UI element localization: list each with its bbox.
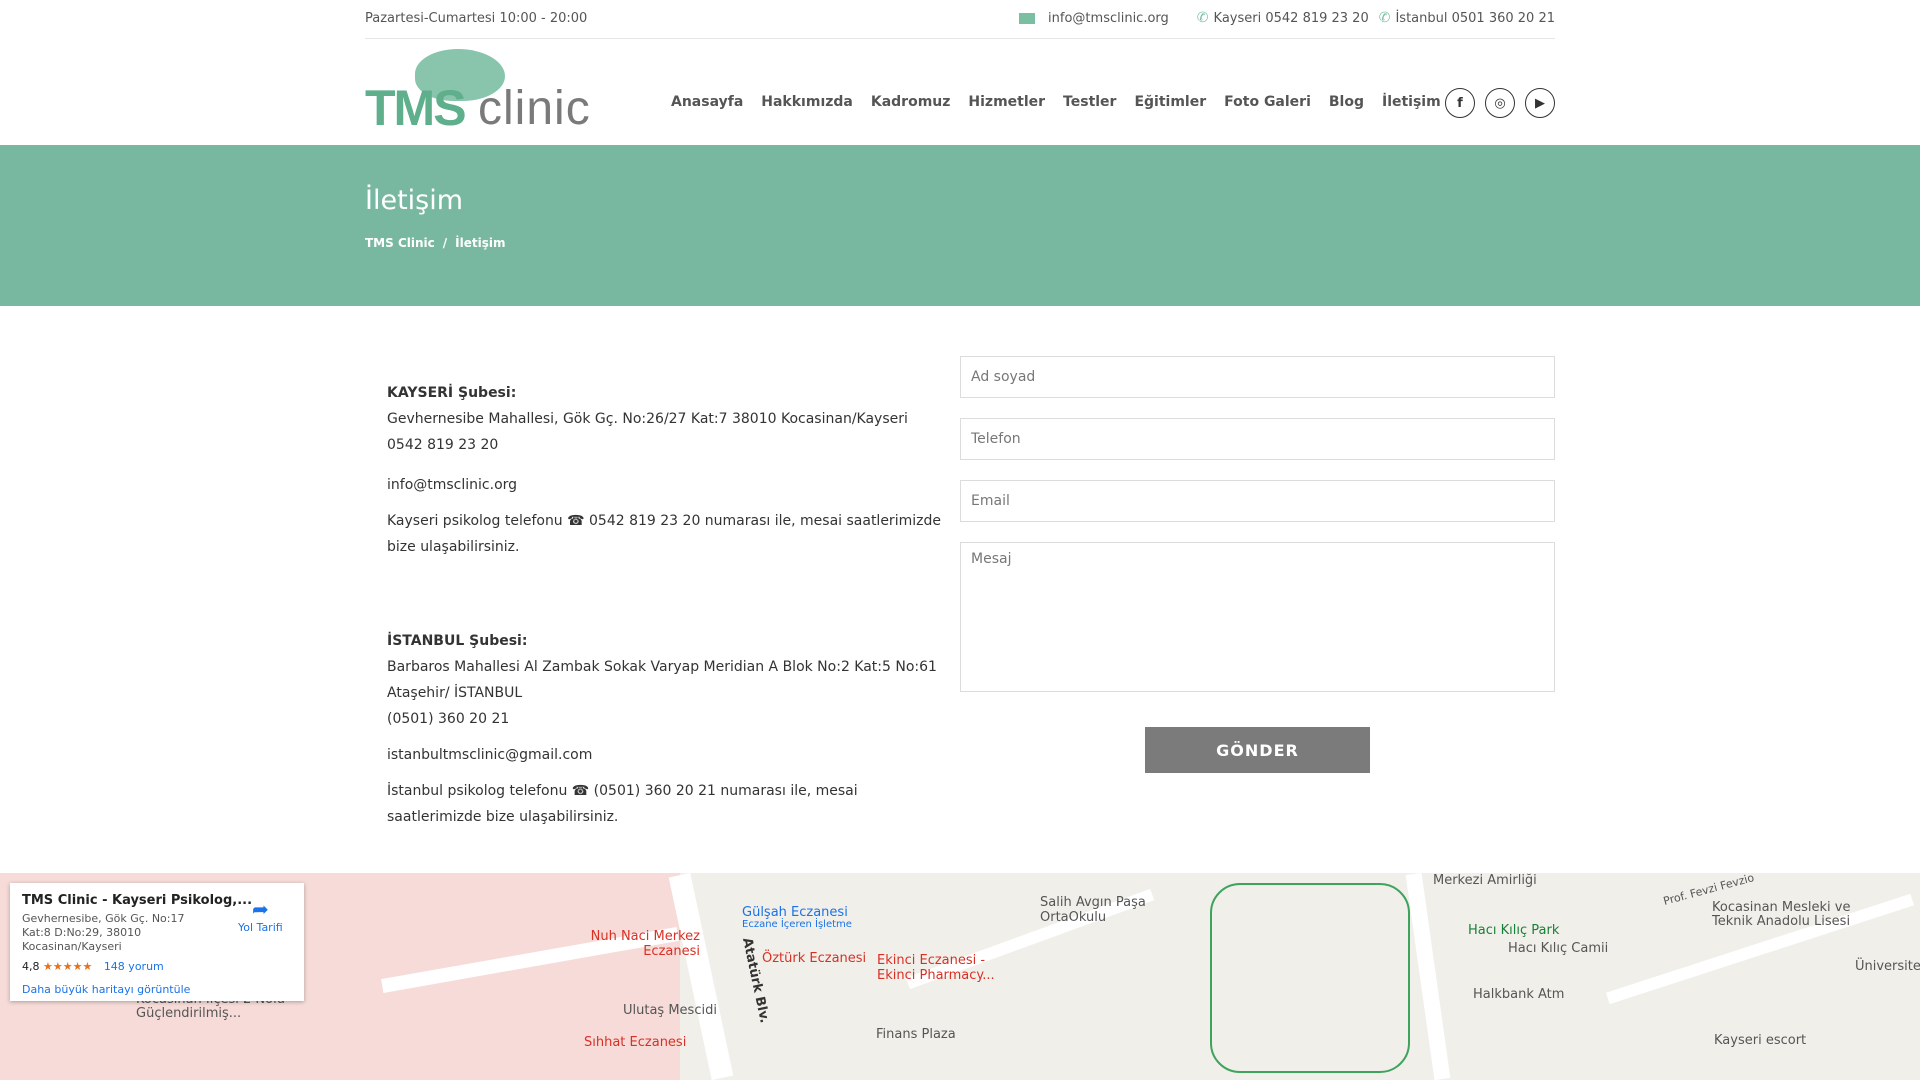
main-nav: Anasayfa Hakkımızda Kadromuz Hizmetler T… <box>671 94 1441 110</box>
top-email[interactable]: info@tmsclinic.org <box>1019 11 1169 26</box>
kayseri-phone[interactable]: 0542 819 23 20 <box>387 432 947 458</box>
istanbul-address-2: Ataşehir/ İSTANBUL <box>387 685 523 701</box>
poi-merkezi[interactable]: Merkezi Amirliği <box>1433 873 1537 888</box>
page-title: İletişim <box>365 185 464 216</box>
istanbul-phone[interactable]: (0501) 360 20 21 <box>387 706 947 732</box>
mail-icon <box>1019 12 1036 24</box>
instagram-icon[interactable]: ◎ <box>1485 88 1515 118</box>
poi-haci-camii[interactable]: Hacı Kılıç Camii <box>1508 941 1608 956</box>
poi-finans[interactable]: Finans Plaza <box>876 1027 956 1042</box>
poi-haci-park[interactable]: Hacı Kılıç Park <box>1468 923 1559 938</box>
nav-hizmetler[interactable]: Hizmetler <box>968 94 1045 110</box>
logo-clinic: clinic <box>478 82 591 135</box>
nav-kadromuz[interactable]: Kadromuz <box>871 94 951 110</box>
rating-value: 4,8 <box>22 960 40 973</box>
email-input[interactable]: Email <box>960 480 1555 522</box>
kayseri-address: Gevhernesibe Mahallesi, Gök Gç. No:26/27… <box>387 411 908 427</box>
nav-hakkimizda[interactable]: Hakkımızda <box>761 94 853 110</box>
poi-ozturk[interactable]: Öztürk Eczanesi <box>762 951 866 966</box>
rating-stars-icon: ★★★★★ <box>43 960 93 973</box>
istanbul-email[interactable]: istanbultmsclinic@gmail.com <box>387 742 947 768</box>
poi-universite[interactable]: Üniversite <box>1855 959 1920 974</box>
top-phone-istanbul[interactable]: ✆ İstanbul 0501 360 20 21 <box>1379 10 1555 26</box>
nav-egitimler[interactable]: Eğitimler <box>1134 94 1206 110</box>
poi-halkbank[interactable]: Halkbank Atm <box>1473 987 1564 1002</box>
directions-icon: ➦ <box>251 897 269 921</box>
name-input[interactable]: Ad soyad <box>960 356 1555 398</box>
poi-kocasinan-lise[interactable]: Kocasinan Mesleki ve Teknik Anadolu Lise… <box>1712 901 1862 929</box>
social-links: f ◎ ▶ <box>1445 88 1555 118</box>
phone-icon: ✆ <box>1196 10 1209 26</box>
poi-gulsah-sub: Eczane İçeren İşletme <box>742 919 852 930</box>
page-banner: İletişim TMS Clinic / İletişim <box>0 145 1920 306</box>
nav-testler[interactable]: Testler <box>1063 94 1116 110</box>
nav-blog[interactable]: Blog <box>1329 94 1364 110</box>
istanbul-note-1: İstanbul psikolog telefonu ☎ (0501) 360 … <box>387 783 858 799</box>
top-phone-kayseri[interactable]: ✆ Kayseri 0542 819 23 20 <box>1197 10 1369 26</box>
submit-button[interactable]: GÖNDER <box>1145 727 1370 773</box>
contact-form: Ad soyad Telefon Email Mesaj GÖNDER <box>960 356 1555 773</box>
nav-foto-galeri[interactable]: Foto Galeri <box>1224 94 1311 110</box>
logo[interactable]: TMS clinic <box>365 49 605 136</box>
kayseri-branch-title: KAYSERİ Şubesi: <box>387 385 517 401</box>
poi-nuh[interactable]: Nuh Naci Merkez Eczanesi <box>590 929 700 959</box>
business-hours: Pazartesi-Cumartesi 10:00 - 20:00 <box>365 11 588 26</box>
message-textarea[interactable]: Mesaj <box>960 542 1555 692</box>
kayseri-note-2: bize ulaşabilirsiniz. <box>387 539 520 555</box>
istanbul-address-1: Barbaros Mahallesi Al Zambak Sokak Varya… <box>387 659 937 675</box>
map-place-card: TMS Clinic - Kayseri Psikolog,... Gevher… <box>10 883 304 1001</box>
istanbul-branch-title: İSTANBUL Şubesi: <box>387 633 528 649</box>
poi-gulsah[interactable]: Gülşah Eczanesi <box>742 905 848 920</box>
street-ataturk: Atatürk Blv. <box>739 936 772 1025</box>
poi-sihhat[interactable]: Sıhhat Eczanesi <box>584 1035 686 1050</box>
map-card-rating: 4,8 ★★★★★ 148 yorum <box>22 960 292 973</box>
breadcrumb-current: İletişim <box>455 236 506 250</box>
breadcrumb-home[interactable]: TMS Clinic <box>365 236 435 250</box>
top-contacts: info@tmsclinic.org ✆ Kayseri 0542 819 23 … <box>1019 10 1555 26</box>
nav-iletisim[interactable]: İletişim <box>1382 94 1441 110</box>
breadcrumb-separator: / <box>442 236 448 250</box>
top-bar: Pazartesi-Cumartesi 10:00 - 20:00 info@t… <box>0 0 1920 39</box>
youtube-icon[interactable]: ▶ <box>1525 88 1555 118</box>
map-card-reviews[interactable]: 148 yorum <box>104 960 164 973</box>
facebook-icon[interactable]: f <box>1445 88 1475 118</box>
phone-input[interactable]: Telefon <box>960 418 1555 460</box>
kayseri-email[interactable]: info@tmsclinic.org <box>387 472 947 498</box>
map-directions[interactable]: ➦ Yol Tarifi <box>238 897 283 934</box>
logo-tms: TMS <box>365 80 467 136</box>
header: TMS clinic Anasayfa Hakkımızda Kadromuz … <box>0 39 1920 145</box>
map-embed[interactable]: Gülşah Eczanesi Eczane İçeren İşletme Nu… <box>0 873 1920 1080</box>
nav-anasayfa[interactable]: Anasayfa <box>671 94 743 110</box>
poi-ekinci[interactable]: Ekinci Eczanesi - Ekinci Pharmacy... <box>877 953 997 983</box>
directions-label: Yol Tarifi <box>238 921 283 934</box>
istanbul-note-2: saatlerimizde bize ulaşabilirsiniz. <box>387 809 619 825</box>
map-card-address: Gevhernesibe, Gök Gç. No:17 Kat:8 D:No:2… <box>22 912 185 953</box>
phone-icon: ✆ <box>1378 10 1391 26</box>
map-park-path <box>1210 883 1410 1073</box>
poi-salih[interactable]: Salih Avgın Paşa OrtaOkulu <box>1040 895 1150 925</box>
map-road <box>1405 873 1451 1080</box>
kayseri-note-1: Kayseri psikolog telefonu ☎ 0542 819 23 … <box>387 513 941 529</box>
map-bigger-link[interactable]: Daha büyük haritayı görüntüle <box>22 983 292 996</box>
poi-ulutas[interactable]: Ulutaş Mescidi <box>623 1003 717 1018</box>
poi-escort[interactable]: Kayseri escort <box>1714 1033 1806 1048</box>
breadcrumb: TMS Clinic / İletişim <box>365 236 505 250</box>
contact-info: KAYSERİ Şubesi: Gevhernesibe Mahallesi, … <box>387 380 947 830</box>
